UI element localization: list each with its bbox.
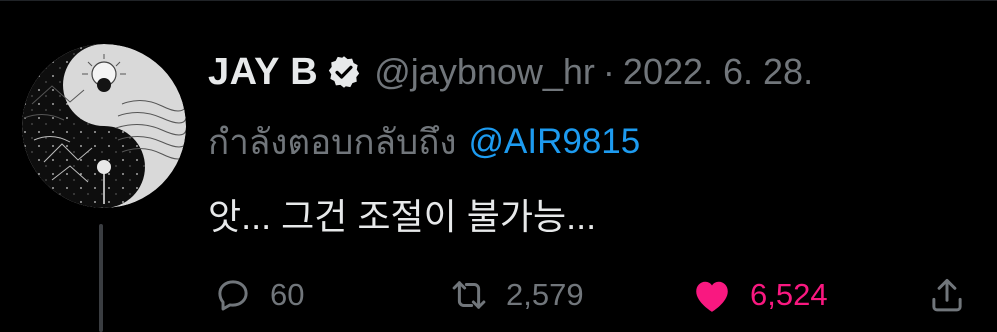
reply-count: 60 [270, 277, 305, 312]
replying-to-line: กำลังตอบกลับถึง @AIR9815 [208, 118, 640, 166]
header-separator: · [602, 51, 615, 92]
user-handle[interactable]: @jaybnow_hr [374, 51, 595, 93]
retweet-icon [448, 274, 490, 316]
tweet-text: 앗... 그건 조절이 불가능... [208, 196, 597, 237]
tweet-header: JAY B @jaybnow_hr · 2022. 6. 28. [208, 48, 813, 96]
heart-filled-icon [690, 273, 734, 317]
verified-badge-icon [326, 54, 362, 90]
yin-yang-landscape-image [22, 44, 186, 208]
tweet-date[interactable]: 2022. 6. 28. [623, 51, 813, 93]
share-icon [926, 274, 968, 316]
display-name[interactable]: JAY B [208, 51, 318, 94]
retweet-button[interactable]: 2,579 [448, 270, 584, 320]
like-button[interactable]: 6,524 [690, 270, 828, 320]
tweet-actions: 60 2,579 6,524 [208, 270, 968, 320]
reply-button[interactable]: 60 [212, 270, 304, 320]
top-divider [0, 0, 997, 1]
mention-link[interactable]: @AIR9815 [469, 122, 641, 162]
retweet-count: 2,579 [506, 277, 584, 312]
replying-to-label: กำลังตอบกลับถึง [208, 122, 457, 162]
share-button[interactable] [926, 270, 968, 320]
thread-connector-line [99, 224, 103, 332]
reply-bubble-icon [212, 274, 254, 316]
like-count: 6,524 [750, 277, 828, 312]
avatar[interactable] [22, 44, 186, 208]
